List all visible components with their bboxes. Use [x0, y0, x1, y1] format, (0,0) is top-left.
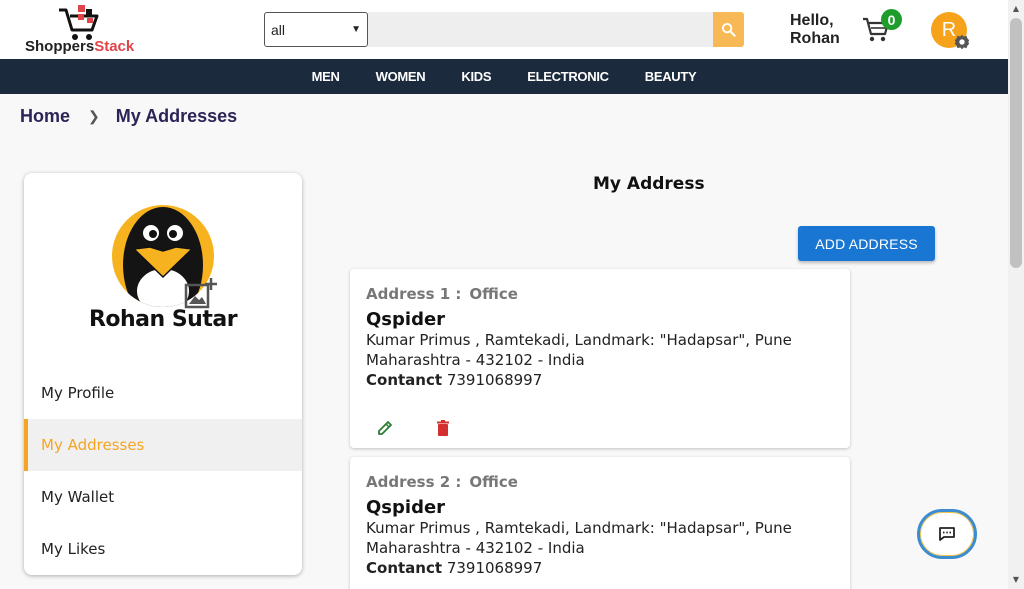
nav-item-kids[interactable]: KIDS [443, 69, 509, 84]
breadcrumb-home[interactable]: Home [20, 106, 70, 127]
address-card: Address 1 : Office Qspider Kumar Primus ,… [350, 269, 850, 448]
gear-icon[interactable] [953, 33, 971, 51]
category-select[interactable]: all ▼ [264, 12, 368, 47]
scroll-down-arrow-icon[interactable]: ▼ [1010, 574, 1022, 586]
address-name: Qspider [366, 497, 446, 518]
greeting: Hello, Rohan [790, 12, 840, 47]
add-address-button[interactable]: ADD ADDRESS [798, 226, 935, 261]
scroll-up-arrow-icon[interactable]: ▲ [1010, 3, 1022, 15]
breadcrumb: Home ❯ My Addresses [20, 106, 237, 127]
address-heading: Address 2 : Office [366, 473, 518, 491]
address-contact: Contanct 7391068997 [366, 559, 543, 577]
profile-user-name: Rohan Sutar [88, 307, 238, 332]
shoppersstack-logo[interactable]: ShoppersStack [24, 2, 154, 56]
add-photo-icon[interactable] [184, 277, 218, 309]
address-contact: Contanct 7391068997 [366, 371, 543, 389]
sidebar-item-my-profile[interactable]: My Profile [24, 367, 302, 419]
cart-count-badge: 0 [881, 9, 902, 30]
address-actions [376, 419, 452, 437]
breadcrumb-current: My Addresses [115, 106, 238, 126]
nav-item-electronic[interactable]: ELECTRONIC [509, 69, 627, 84]
sidebar-item-my-wallet[interactable]: My Wallet [24, 471, 302, 523]
search-button[interactable] [713, 12, 744, 47]
address-card: Address 2 : Office Qspider Kumar Primus ,… [350, 457, 850, 589]
address-heading: Address 1 : Office [366, 285, 518, 303]
address-line: Kumar Primus , Ramtekadi, Landmark: "Had… [366, 519, 792, 537]
category-navbar: MEN WOMEN KIDS ELECTRONIC BEAUTY [0, 59, 1008, 94]
chat-icon [939, 527, 955, 541]
address-name: Qspider [366, 309, 446, 330]
address-line: Kumar Primus , Ramtekadi, Landmark: "Had… [366, 331, 792, 349]
nav-item-beauty[interactable]: BEAUTY [627, 69, 715, 84]
chevron-right-icon: ❯ [88, 108, 100, 124]
sidebar-item-my-likes[interactable]: My Likes [24, 523, 302, 575]
chevron-down-icon: ▼ [351, 24, 361, 35]
nav-item-men[interactable]: MEN [294, 69, 358, 84]
sidebar-item-my-addresses[interactable]: My Addresses [24, 419, 302, 471]
search-input[interactable] [368, 12, 714, 47]
chat-button[interactable] [917, 509, 977, 559]
trash-icon[interactable] [434, 419, 452, 437]
logo-text: ShoppersStack [25, 38, 135, 55]
top-header: ShoppersStack all ▼ Hello, Rohan 0 R [0, 0, 1008, 59]
pencil-icon[interactable] [376, 419, 394, 437]
address-line: Maharashtra - 432102 - India [366, 539, 585, 557]
address-line: Maharashtra - 432102 - India [366, 351, 585, 369]
nav-item-women[interactable]: WOMEN [358, 69, 444, 84]
scrollbar-thumb[interactable] [1010, 18, 1022, 268]
search-icon [721, 22, 736, 37]
shopping-cart-logo-icon [59, 5, 99, 40]
profile-sidebar: Rohan Sutar My Profile My Addresses My W… [24, 173, 302, 575]
page-title: My Address [593, 174, 705, 194]
